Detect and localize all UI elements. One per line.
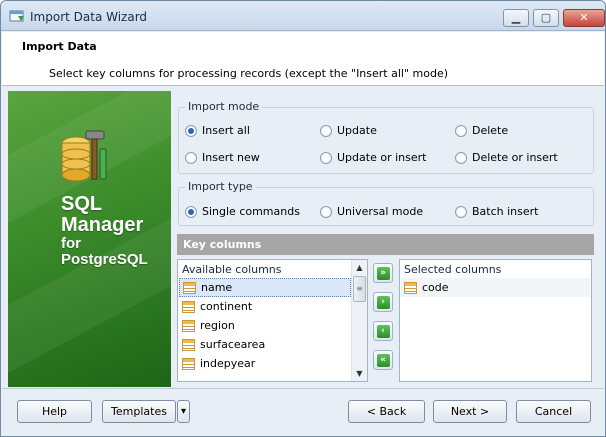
list-item[interactable]: surfacearea	[179, 335, 351, 354]
column-icon	[182, 338, 195, 351]
left-arrow-icon: ‹	[376, 324, 390, 338]
scroll-up-icon[interactable]: ▲	[352, 260, 367, 275]
import-wizard-window: Import Data Wizard ▁ ▢ ✕ Import Data Sel…	[0, 0, 606, 437]
column-icon	[404, 281, 417, 294]
column-name: surfacearea	[200, 338, 266, 351]
product-name-line: PostgreSQL	[61, 251, 148, 268]
column-icon	[182, 357, 195, 370]
column-icon	[183, 281, 196, 294]
close-button[interactable]: ✕	[563, 9, 605, 27]
radio-button-checked[interactable]	[185, 124, 197, 137]
templates-dropdown-button[interactable]: ▾	[177, 400, 190, 423]
wizard-header: Import Data Select key columns for proce…	[2, 32, 604, 86]
add-all-button[interactable]: »	[373, 263, 393, 283]
radio-label: Delete or insert	[472, 151, 558, 164]
column-name: continent	[200, 300, 253, 313]
product-name-line: for	[61, 235, 81, 252]
radio-button-checked[interactable]	[185, 205, 197, 218]
radio-label: Update	[337, 124, 377, 137]
product-name-line: Manager	[61, 214, 144, 236]
radio-single-commands[interactable]: Single commands	[185, 205, 300, 218]
list-item[interactable]: continent	[179, 297, 351, 316]
list-item[interactable]: code	[401, 278, 590, 297]
radio-button[interactable]	[455, 124, 467, 137]
radio-button[interactable]	[320, 151, 332, 164]
radio-batch-insert[interactable]: Batch insert	[455, 205, 538, 218]
import-mode-group: Import mode Insert all Update Delete Ins…	[178, 100, 594, 174]
page-title: Import Data	[22, 40, 97, 53]
radio-label: Batch insert	[472, 205, 539, 218]
title-bar[interactable]: Import Data Wizard ▁ ▢ ✕	[1, 1, 605, 31]
radio-button[interactable]	[320, 124, 332, 137]
remove-all-button[interactable]: «	[373, 350, 393, 370]
footer-divider	[2, 388, 604, 389]
column-name: name	[201, 281, 233, 294]
radio-label: Delete	[472, 124, 509, 137]
import-type-group: Import type Single commands Universal mo…	[178, 180, 594, 226]
back-button[interactable]: < Back	[348, 400, 425, 423]
available-columns-list[interactable]: Available columns name continent region …	[177, 259, 368, 382]
double-left-arrow-icon: «	[376, 353, 390, 367]
list-item[interactable]: name	[179, 278, 351, 297]
vertical-scrollbar[interactable]: ▲ ≡ ▼	[351, 260, 367, 381]
product-name: SQL Manager for PostgreSQL	[61, 194, 148, 268]
column-icon	[182, 300, 195, 313]
selected-columns-items: code	[401, 278, 590, 297]
database-tools-icon	[61, 130, 107, 182]
radio-update[interactable]: Update	[320, 124, 377, 137]
list-item[interactable]: indepyear	[179, 354, 351, 373]
radio-button[interactable]	[320, 205, 332, 218]
maximize-button[interactable]: ▢	[533, 9, 559, 27]
radio-label: Insert new	[202, 151, 260, 164]
radio-label: Universal mode	[337, 205, 424, 218]
scroll-down-icon[interactable]: ▼	[352, 366, 367, 381]
radio-insert-all[interactable]: Insert all	[185, 124, 250, 137]
radio-button[interactable]	[455, 151, 467, 164]
column-icon	[182, 319, 195, 332]
radio-update-or-insert[interactable]: Update or insert	[320, 151, 426, 164]
templates-button[interactable]: Templates	[102, 400, 176, 423]
minimize-button[interactable]: ▁	[503, 9, 529, 27]
radio-label: Insert all	[202, 124, 250, 137]
double-right-arrow-icon: »	[376, 266, 390, 280]
window-title: Import Data Wizard	[30, 10, 148, 24]
product-banner: SQL Manager for PostgreSQL	[8, 91, 171, 387]
radio-insert-new[interactable]: Insert new	[185, 151, 260, 164]
add-button[interactable]: ›	[373, 292, 393, 312]
radio-delete[interactable]: Delete	[455, 124, 508, 137]
list-item[interactable]: region	[179, 316, 351, 335]
available-columns-items: name continent region surfacearea indepy…	[179, 278, 351, 373]
import-mode-title: Import mode	[185, 100, 263, 113]
next-button[interactable]: Next >	[433, 400, 507, 423]
column-name: code	[422, 281, 449, 294]
right-arrow-icon: ›	[376, 295, 390, 309]
available-columns-header: Available columns	[182, 263, 282, 276]
column-name: region	[200, 319, 235, 332]
selected-columns-header: Selected columns	[404, 263, 502, 276]
remove-button[interactable]: ‹	[373, 321, 393, 341]
radio-button[interactable]	[185, 151, 197, 164]
help-button[interactable]: Help	[17, 400, 92, 423]
selected-columns-list[interactable]: Selected columns code	[399, 259, 592, 382]
radio-label: Single commands	[202, 205, 300, 218]
page-subtitle: Select key columns for processing record…	[49, 67, 449, 80]
radio-button[interactable]	[455, 205, 467, 218]
radio-universal-mode[interactable]: Universal mode	[320, 205, 423, 218]
radio-label: Update or insert	[337, 151, 427, 164]
radio-delete-or-insert[interactable]: Delete or insert	[455, 151, 558, 164]
wizard-icon	[9, 10, 24, 22]
cancel-button[interactable]: Cancel	[516, 400, 591, 423]
scroll-thumb[interactable]: ≡	[353, 276, 366, 302]
column-name: indepyear	[200, 357, 256, 370]
import-type-title: Import type	[185, 180, 256, 193]
product-name-line: SQL	[61, 193, 103, 215]
key-columns-header: Key columns	[177, 234, 594, 255]
